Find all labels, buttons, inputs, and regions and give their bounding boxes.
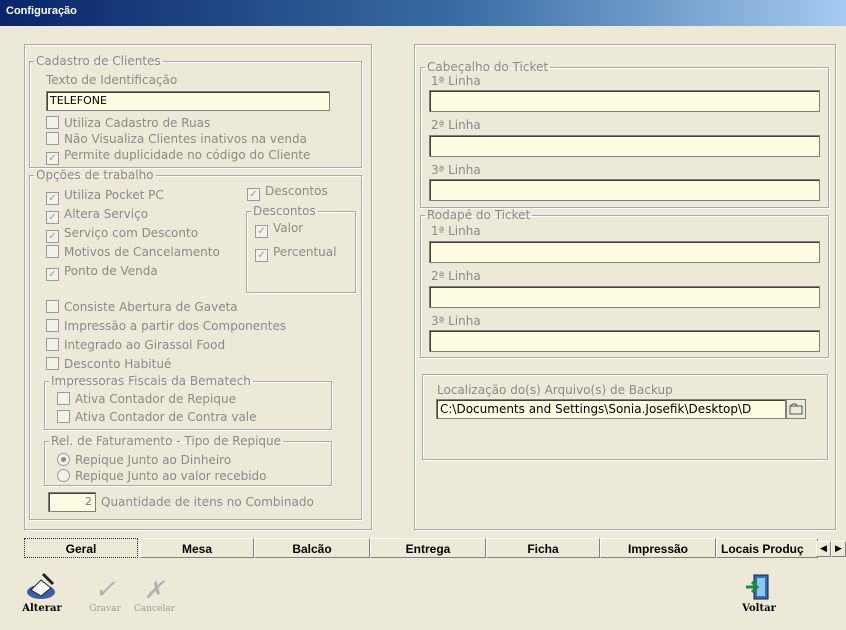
repique-valor-recebido-radio[interactable]: Repique Junto ao valor recebido — [57, 469, 267, 484]
valor-checkbox[interactable]: ✓ Valor — [255, 221, 303, 238]
rodape-linha1-input[interactable] — [429, 241, 820, 263]
contador-repique-checkbox[interactable]: Ativa Contador de Repique — [57, 392, 236, 407]
tab-ficha[interactable]: Ficha — [486, 538, 600, 558]
tab-mesa[interactable]: Mesa — [140, 538, 254, 558]
bematech-legend: Impressoras Fiscais da Bematech — [51, 374, 251, 388]
utiliza-pocket-pc-checkbox[interactable]: ✓ Utiliza Pocket PC — [46, 188, 164, 205]
voltar-button[interactable]: Voltar — [738, 572, 780, 614]
checkbox-checked-icon: ✓ — [255, 249, 268, 262]
opcoes-trabalho-legend: Opções de trabalho — [36, 168, 154, 182]
cancel-x-icon: ✗ — [143, 576, 165, 604]
browse-folder-button[interactable] — [786, 399, 806, 419]
consiste-abertura-gaveta-checkbox[interactable]: Consiste Abertura de Gaveta — [46, 300, 238, 315]
tab-geral[interactable]: Geral — [24, 538, 138, 558]
quantidade-combinado-input[interactable]: 2 — [48, 492, 96, 512]
percentual-checkbox[interactable]: ✓ Percentual — [255, 245, 336, 262]
texto-identificacao-input[interactable]: TELEFONE — [46, 91, 330, 111]
arrow-right-icon: ▶ — [835, 544, 842, 554]
motivos-cancelamento-checkbox[interactable]: Motivos de Cancelamento — [46, 245, 220, 260]
backup-path-input[interactable]: C:\Documents and Settings\Sonia.Josefik\… — [436, 399, 786, 419]
checkbox-checked-icon: ✓ — [46, 211, 59, 224]
radio-icon — [57, 469, 70, 482]
rodape-linha1-label: 1ª Linha — [431, 224, 481, 238]
servico-com-desconto-checkbox[interactable]: ✓ Serviço com Desconto — [46, 226, 198, 243]
cabecalho-linha1-label: 1ª Linha — [431, 74, 481, 88]
tab-entrega[interactable]: Entrega — [370, 538, 486, 558]
window-title: Configuração — [6, 5, 77, 17]
cabecalho-linha2-input[interactable] — [429, 135, 820, 157]
folder-icon — [789, 403, 803, 415]
checkbox-icon — [57, 410, 70, 423]
tab-impressao[interactable]: Impressão — [600, 538, 716, 558]
cancelar-button[interactable]: ✗ Cancelar — [134, 576, 175, 614]
checkbox-icon — [46, 319, 59, 332]
desconto-habitue-checkbox[interactable]: Desconto Habitué — [46, 357, 171, 372]
backup-label: Localização do(s) Arquivo(s) de Backup — [437, 383, 673, 397]
texto-identificacao-label: Texto de Identificação — [46, 73, 178, 87]
rodape-linha2-input[interactable] — [429, 286, 820, 308]
arrow-left-icon: ◀ — [820, 544, 827, 554]
utiliza-cadastro-ruas-checkbox[interactable]: Utiliza Cadastro de Ruas — [46, 116, 210, 131]
voltar-label: Voltar — [742, 603, 776, 614]
checkbox-icon — [46, 132, 59, 145]
checkbox-checked-icon: ✓ — [247, 188, 260, 201]
descontos-legend: Descontos — [253, 204, 316, 218]
cabecalho-linha2-label: 2ª Linha — [431, 118, 481, 132]
checkbox-icon — [46, 357, 59, 370]
title-bar: Configuração — [0, 0, 846, 26]
checkbox-icon — [57, 392, 70, 405]
cancelar-label: Cancelar — [134, 604, 175, 614]
nao-visualiza-inativos-checkbox[interactable]: Não Visualiza Clientes inativos na venda — [46, 132, 307, 147]
cabecalho-linha3-label: 3ª Linha — [431, 163, 481, 177]
ponto-de-venda-checkbox[interactable]: ✓ Ponto de Venda — [46, 264, 158, 281]
checkbox-checked-icon: ✓ — [255, 225, 268, 238]
altera-servico-checkbox[interactable]: ✓ Altera Serviço — [46, 207, 148, 224]
integrado-girassol-checkbox[interactable]: Integrado ao Girassol Food — [46, 338, 225, 353]
tab-balcao[interactable]: Balcão — [254, 538, 370, 558]
rodape-linha3-label: 3ª Linha — [431, 314, 481, 328]
alterar-label: Alterar — [22, 603, 62, 614]
tab-scroll-right-button[interactable]: ▶ — [831, 541, 846, 557]
checkbox-checked-icon: ✓ — [46, 152, 59, 165]
checkbox-checked-icon: ✓ — [46, 230, 59, 243]
quantidade-combinado-label: Quantidade de itens no Combinado — [101, 495, 314, 509]
gravar-button[interactable]: ✓ Gravar — [88, 576, 122, 614]
cabecalho-legend: Cabeçalho do Ticket — [427, 60, 549, 74]
descontos-checkbox[interactable]: ✓ Descontos — [247, 184, 328, 201]
checkbox-icon — [46, 338, 59, 351]
permite-duplicidade-checkbox[interactable]: ✓ Permite duplicidade no código do Client… — [46, 148, 310, 165]
edit-icon — [27, 572, 55, 599]
cadastro-clientes-legend: Cadastro de Clientes — [36, 54, 161, 68]
checkbox-checked-icon: ✓ — [46, 192, 59, 205]
cabecalho-linha1-input[interactable] — [429, 90, 820, 112]
impressao-componentes-checkbox[interactable]: Impressão a partir dos Componentes — [46, 319, 286, 334]
rodape-linha2-label: 2ª Linha — [431, 269, 481, 283]
checkbox-icon — [46, 116, 59, 129]
tab-locais-producao[interactable]: Locais Produç — [716, 538, 818, 558]
checkbox-icon — [46, 245, 59, 258]
cabecalho-linha3-input[interactable] — [429, 179, 820, 201]
repique-dinheiro-radio[interactable]: Repique Junto ao Dinheiro — [57, 453, 231, 468]
alterar-button[interactable]: Alterar — [22, 572, 62, 614]
checkbox-icon — [46, 300, 59, 313]
radio-selected-icon — [57, 453, 70, 466]
checkbox-checked-icon: ✓ — [46, 268, 59, 281]
contador-contra-vale-checkbox[interactable]: Ativa Contador de Contra vale — [57, 410, 257, 425]
tab-scroll-left-button[interactable]: ◀ — [816, 541, 831, 557]
checkmark-icon: ✓ — [94, 575, 116, 605]
faturamento-legend: Rel. de Faturamento - Tipo de Repique — [51, 434, 282, 448]
rodape-legend: Rodapé do Ticket — [427, 208, 531, 222]
exit-door-icon — [746, 574, 769, 600]
rodape-linha3-input[interactable] — [429, 330, 820, 352]
gravar-label: Gravar — [89, 604, 121, 614]
